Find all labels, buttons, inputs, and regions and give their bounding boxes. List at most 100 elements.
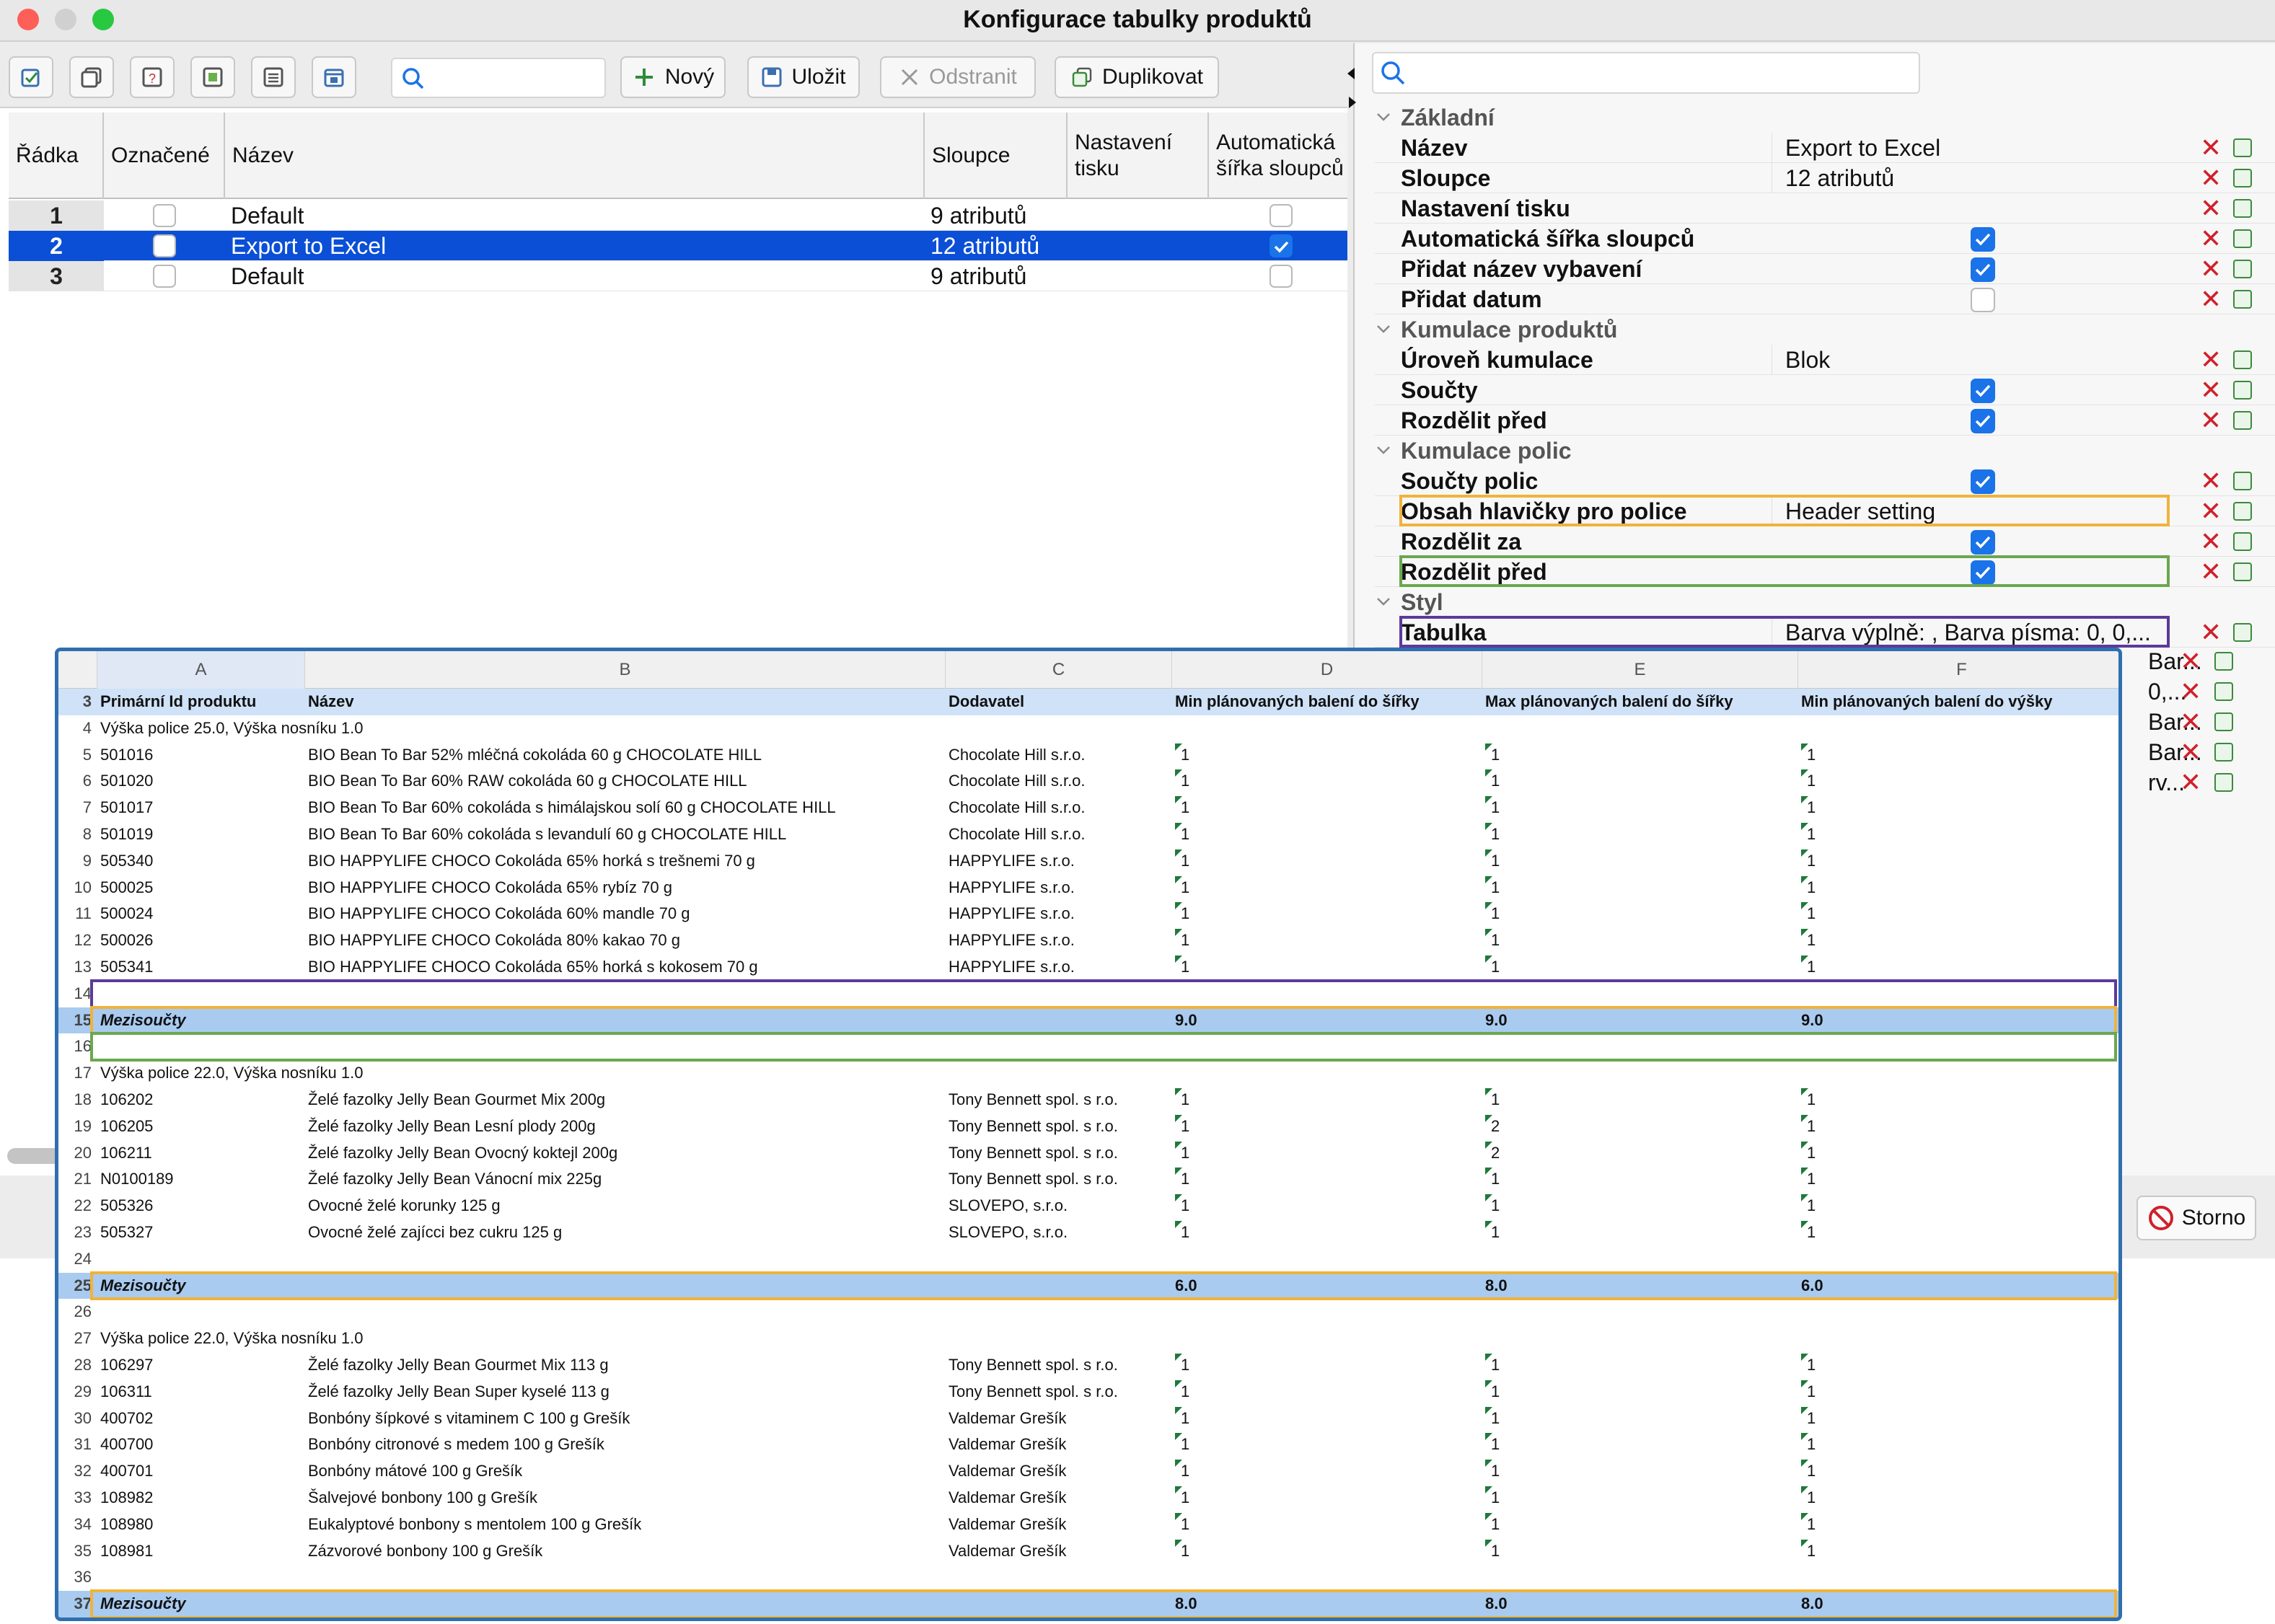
delete-button[interactable]: Odstranit <box>880 56 1036 98</box>
property-checkbox[interactable] <box>1971 469 1995 494</box>
cell-a[interactable]: N0100189 <box>100 1166 302 1193</box>
cell-e[interactable]: 1 <box>1485 1166 1795 1193</box>
autowidth-checkbox[interactable] <box>1269 234 1293 257</box>
collapse-arrows-icon[interactable] <box>1346 62 1357 127</box>
col-f[interactable]: F <box>1798 651 2118 689</box>
edit-icon[interactable] <box>2233 562 2252 581</box>
cell-f[interactable]: 1 <box>1801 821 2118 848</box>
cell-f[interactable]: 1 <box>1801 1352 2118 1379</box>
cell-c[interactable]: Valdemar Grešík <box>949 1538 1169 1565</box>
property-section[interactable]: Kumulace produktů <box>1375 314 2275 345</box>
reset-icon[interactable]: ✕ <box>2200 134 2222 162</box>
reset-icon[interactable]: ✕ <box>2200 498 2222 525</box>
cell-a[interactable]: 108982 <box>100 1485 302 1512</box>
cell-c[interactable]: Tony Bennett spol. s r.o. <box>949 1087 1169 1113</box>
cancel-button[interactable]: Storno <box>2137 1196 2256 1240</box>
property-search-input[interactable] <box>1372 52 1920 94</box>
cell-c[interactable]: Valdemar Grešík <box>949 1485 1169 1512</box>
cell-e[interactable]: 2 <box>1485 1140 1795 1167</box>
col-a[interactable]: A <box>97 651 305 689</box>
col-b[interactable]: B <box>305 651 946 689</box>
cell-b[interactable]: Bonbóny šípkové s vitaminem C 100 g Greš… <box>308 1405 943 1432</box>
cell-b[interactable]: Eukalyptové bonbony s mentolem 100 g Gre… <box>308 1512 943 1538</box>
cell-e[interactable]: 1 <box>1485 1458 1795 1485</box>
cell-d[interactable]: 1 <box>1175 1405 1479 1432</box>
cell-f[interactable]: 1 <box>1801 1140 2118 1167</box>
property-row-partial[interactable]: 0,... ✕ <box>2148 676 2271 707</box>
cell-a[interactable]: 501017 <box>100 795 302 821</box>
property-checkbox[interactable] <box>1971 257 1995 282</box>
cell-b[interactable]: BIO Bean To Bar 60% cokoláda s levandulí… <box>308 821 943 848</box>
cell-d[interactable]: 1 <box>1175 795 1479 821</box>
property-row[interactable]: Přidat datum ✕ <box>1375 284 2275 314</box>
edit-icon[interactable] <box>2214 682 2233 701</box>
cell-d[interactable]: 1 <box>1175 1219 1479 1246</box>
cell-c[interactable]: HAPPYLIFE s.r.o. <box>949 875 1169 901</box>
cell-f[interactable]: 1 <box>1801 1405 2118 1432</box>
cell-b[interactable]: BIO Bean To Bar 52% mléčná cokoláda 60 g… <box>308 742 943 769</box>
cell-b[interactable]: Želé fazolky Jelly Bean Gourmet Mix 113 … <box>308 1352 943 1379</box>
reset-icon[interactable]: ✕ <box>2200 528 2222 555</box>
property-row[interactable]: Součty ✕ <box>1375 375 2275 405</box>
cell-b[interactable]: BIO HAPPYLIFE CHOCO Cokoláda 60% mandle … <box>308 901 943 927</box>
cell-f[interactable]: 1 <box>1801 1087 2118 1113</box>
cell-d[interactable]: 1 <box>1175 1458 1479 1485</box>
cell-e[interactable]: 1 <box>1485 875 1795 901</box>
property-row[interactable]: Tabulka Barva výplně: , Barva písma: 0, 0… <box>1375 617 2275 648</box>
property-row[interactable]: Název Export to Excel ✕ <box>1375 133 2275 163</box>
cell-d[interactable]: 1 <box>1175 1538 1479 1565</box>
cell-e[interactable]: 8.0 <box>1485 1591 1795 1618</box>
cell-b[interactable]: Šalvejové bonbony 100 g Grešík <box>308 1485 943 1512</box>
property-checkbox[interactable] <box>1971 560 1995 585</box>
cell-a[interactable]: 106205 <box>100 1113 302 1140</box>
cell-c[interactable]: Tony Bennett spol. s r.o. <box>949 1166 1169 1193</box>
cell-a[interactable]: 400701 <box>100 1458 302 1485</box>
cell-d[interactable]: 1 <box>1175 1193 1479 1219</box>
cell-c[interactable]: Valdemar Grešík <box>949 1431 1169 1458</box>
cell-c[interactable]: HAPPYLIFE s.r.o. <box>949 954 1169 981</box>
cell-d[interactable]: 1 <box>1175 875 1479 901</box>
reset-icon[interactable]: ✕ <box>2180 737 2201 767</box>
cell-a[interactable]: 505327 <box>100 1219 302 1246</box>
cell-f[interactable]: 1 <box>1801 1485 2118 1512</box>
col-header-name[interactable]: Název <box>225 112 925 199</box>
property-row[interactable]: Sloupce 12 atributů ✕ <box>1375 163 2275 193</box>
cell-a[interactable]: 400700 <box>100 1431 302 1458</box>
list-icon[interactable] <box>251 56 296 98</box>
col-header-marked[interactable]: Označené <box>104 112 225 199</box>
property-section[interactable]: Styl <box>1375 587 2275 617</box>
cell-f[interactable]: 1 <box>1801 1113 2118 1140</box>
property-value[interactable]: Export to Excel <box>1772 133 2175 163</box>
edit-icon[interactable] <box>2233 260 2252 278</box>
cell-b[interactable]: Název <box>308 689 943 715</box>
cell-a[interactable]: 108981 <box>100 1538 302 1565</box>
cell-e[interactable]: 1 <box>1485 795 1795 821</box>
cell-a[interactable]: 505340 <box>100 848 302 875</box>
property-row[interactable]: Obsah hlavičky pro police Header setting ✕ <box>1375 496 2275 526</box>
select-all-icon[interactable] <box>9 56 53 98</box>
property-section[interactable]: Základní <box>1375 102 2275 133</box>
cell-f[interactable]: 1 <box>1801 795 2118 821</box>
reset-icon[interactable]: ✕ <box>2200 407 2222 434</box>
cell-a[interactable]: Mezisoučty <box>100 1591 302 1618</box>
cell-c[interactable]: Tony Bennett spol. s r.o. <box>949 1113 1169 1140</box>
cell-a[interactable]: 106211 <box>100 1140 302 1167</box>
cell-f[interactable]: 1 <box>1801 1166 2118 1193</box>
cell-d[interactable]: 1 <box>1175 901 1479 927</box>
cell-d[interactable]: 1 <box>1175 1512 1479 1538</box>
cell-e[interactable]: 1 <box>1485 742 1795 769</box>
cell-c[interactable]: Chocolate Hill s.r.o. <box>949 768 1169 795</box>
col-header-columns[interactable]: Sloupce <box>925 112 1068 199</box>
cell-b[interactable]: Bonbóny citronové s medem 100 g Grešík <box>308 1431 943 1458</box>
cell-a[interactable]: Mezisoučty <box>100 1007 302 1034</box>
cell-d[interactable]: 1 <box>1175 1485 1479 1512</box>
cell-d[interactable]: Min plánovaných balení do šířky <box>1175 689 1479 715</box>
cell-e[interactable]: Max plánovaných balení do šířky <box>1485 689 1795 715</box>
cell-d[interactable]: 1 <box>1175 1379 1479 1405</box>
marked-checkbox[interactable] <box>153 265 176 288</box>
import-icon[interactable] <box>190 56 235 98</box>
cell-f[interactable]: 1 <box>1801 1458 2118 1485</box>
cell-b[interactable]: Ovocné želé korunky 125 g <box>308 1193 943 1219</box>
reset-icon[interactable]: ✕ <box>2200 255 2222 283</box>
cell-b[interactable]: BIO HAPPYLIFE CHOCO Cokoláda 80% kakao 7… <box>308 927 943 954</box>
